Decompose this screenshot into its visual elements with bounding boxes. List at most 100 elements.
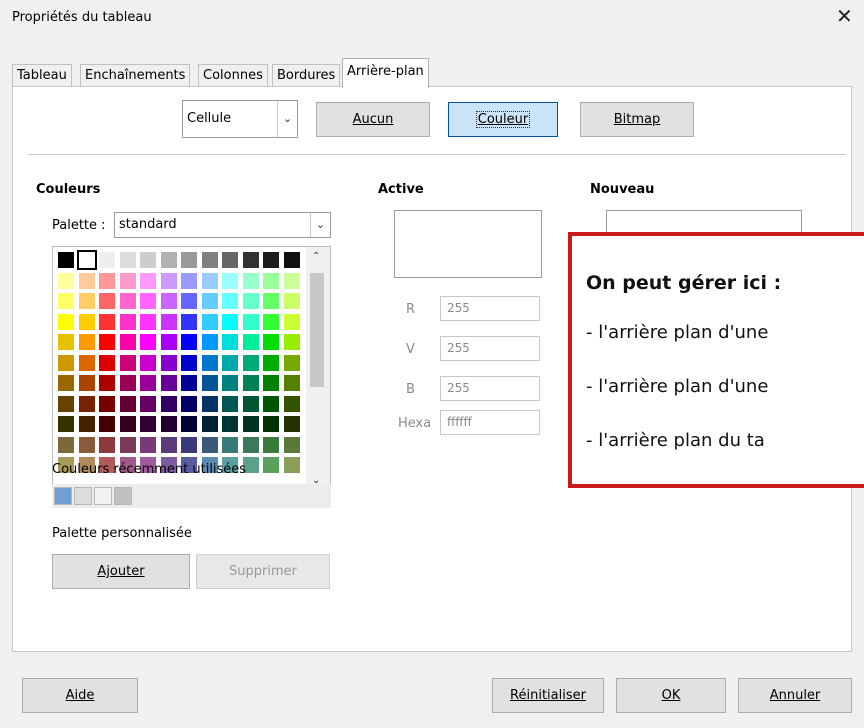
color-swatch[interactable]	[119, 293, 136, 309]
color-swatch[interactable]	[140, 293, 156, 309]
color-swatch[interactable]	[160, 272, 177, 289]
color-swatch[interactable]	[78, 293, 95, 309]
color-swatch[interactable]	[181, 252, 197, 268]
color-swatch[interactable]	[242, 354, 259, 371]
color-swatch[interactable]	[283, 354, 300, 371]
color-swatch[interactable]	[181, 395, 197, 412]
color-swatch[interactable]	[160, 436, 177, 453]
color-swatch[interactable]	[140, 436, 156, 453]
color-swatch[interactable]	[140, 416, 156, 432]
color-swatch[interactable]	[283, 293, 300, 309]
color-swatch[interactable]	[222, 334, 238, 350]
scrollbar-thumb[interactable]	[310, 273, 324, 387]
color-swatch[interactable]	[263, 354, 279, 371]
color-swatch[interactable]	[263, 272, 279, 289]
color-swatch[interactable]	[99, 375, 115, 391]
color-swatch[interactable]	[160, 375, 177, 391]
color-swatch[interactable]	[201, 272, 218, 289]
color-swatch[interactable]	[140, 334, 156, 350]
tab-colonnes[interactable]: Colonnes	[198, 64, 268, 87]
color-swatch[interactable]	[201, 252, 218, 268]
color-swatch[interactable]	[181, 436, 197, 453]
color-swatch[interactable]	[119, 375, 136, 391]
color-swatch[interactable]	[140, 252, 156, 268]
color-swatch[interactable]	[242, 313, 259, 330]
color-swatch[interactable]	[242, 334, 259, 350]
color-swatch[interactable]	[222, 252, 238, 268]
color-swatch[interactable]	[160, 354, 177, 371]
color-swatch[interactable]	[201, 293, 218, 309]
recent-color-swatch[interactable]	[74, 487, 92, 505]
color-swatch[interactable]	[222, 293, 238, 309]
color-swatch[interactable]	[78, 416, 95, 432]
color-swatch[interactable]	[263, 375, 279, 391]
color-swatch[interactable]	[222, 395, 238, 412]
cancel-button[interactable]: Annuler	[738, 678, 852, 713]
color-swatch[interactable]	[78, 354, 95, 371]
color-swatch[interactable]	[99, 436, 115, 453]
color-swatch[interactable]	[222, 354, 238, 371]
color-swatch[interactable]	[140, 272, 156, 289]
recent-color-swatch[interactable]	[94, 487, 112, 505]
help-button[interactable]: Aide	[22, 678, 138, 713]
color-button[interactable]: Couleur	[448, 102, 558, 137]
color-swatch[interactable]	[181, 416, 197, 432]
color-swatch[interactable]	[99, 272, 115, 289]
color-swatch[interactable]	[58, 252, 74, 268]
color-swatch[interactable]	[160, 334, 177, 350]
color-swatch[interactable]	[160, 252, 177, 268]
color-swatch[interactable]	[78, 436, 95, 453]
color-swatch[interactable]	[222, 416, 238, 432]
color-swatch[interactable]	[58, 334, 74, 350]
color-swatch[interactable]	[222, 436, 238, 453]
color-swatch[interactable]	[140, 354, 156, 371]
color-swatch[interactable]	[160, 293, 177, 309]
color-swatch[interactable]	[242, 416, 259, 432]
add-button[interactable]: Ajouter	[52, 554, 190, 589]
color-swatch[interactable]	[160, 416, 177, 432]
color-swatch[interactable]	[201, 354, 218, 371]
color-swatch[interactable]	[283, 334, 300, 350]
color-swatch[interactable]	[160, 313, 177, 330]
color-swatch[interactable]	[140, 313, 156, 330]
color-swatch[interactable]	[242, 395, 259, 412]
reset-button[interactable]: Réinitialiser	[492, 678, 604, 713]
color-palette-grid[interactable]	[52, 246, 331, 496]
color-swatch[interactable]	[58, 272, 74, 289]
color-swatch[interactable]	[181, 375, 197, 391]
color-swatch[interactable]	[181, 293, 197, 309]
color-swatch[interactable]	[263, 457, 279, 473]
color-swatch[interactable]	[78, 375, 95, 391]
color-swatch[interactable]	[201, 375, 218, 391]
color-swatch[interactable]	[140, 395, 156, 412]
color-swatch[interactable]	[201, 334, 218, 350]
color-swatch[interactable]	[58, 354, 74, 371]
color-swatch[interactable]	[99, 416, 115, 432]
close-icon[interactable]: ✕	[836, 4, 853, 28]
tab-enchainements[interactable]: Enchaînements	[80, 64, 191, 87]
target-select[interactable]: Cellule ⌄	[182, 100, 298, 138]
color-swatch[interactable]	[58, 313, 74, 330]
color-swatch[interactable]	[263, 313, 279, 330]
color-swatch[interactable]	[283, 313, 300, 330]
color-swatch[interactable]	[263, 334, 279, 350]
color-swatch[interactable]	[283, 252, 300, 268]
color-swatch[interactable]	[283, 272, 300, 289]
color-swatch[interactable]	[99, 354, 115, 371]
color-swatch[interactable]	[58, 375, 74, 391]
color-swatch[interactable]	[242, 272, 259, 289]
color-swatch[interactable]	[283, 436, 300, 453]
color-swatch[interactable]	[78, 334, 95, 350]
color-swatch[interactable]	[222, 313, 238, 330]
color-swatch[interactable]	[78, 395, 95, 412]
color-swatch[interactable]	[263, 395, 279, 412]
color-swatch[interactable]	[181, 334, 197, 350]
color-swatch[interactable]	[201, 395, 218, 412]
color-swatch[interactable]	[222, 272, 238, 289]
color-swatch[interactable]	[181, 354, 197, 371]
tab-tableau[interactable]: Tableau	[12, 64, 72, 87]
bitmap-button[interactable]: Bitmap	[580, 102, 694, 137]
recent-color-swatch[interactable]	[114, 487, 132, 505]
color-swatch[interactable]	[263, 436, 279, 453]
color-swatch[interactable]	[283, 395, 300, 412]
